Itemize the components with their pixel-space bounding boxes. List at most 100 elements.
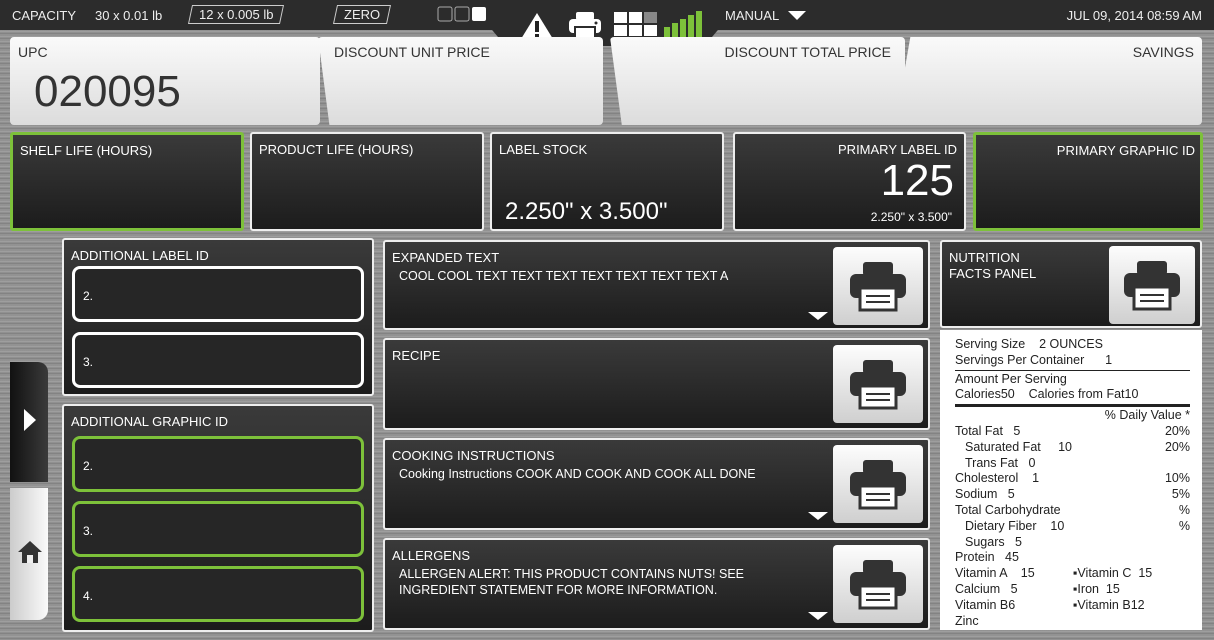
- nutrient-row: Saturated Fat 1020%: [955, 440, 1190, 456]
- additional-graphic-slot-3[interactable]: 3.: [72, 501, 364, 557]
- vitamin-left: Vitamin B6: [955, 598, 1073, 614]
- additional-label-id-title: ADDITIONAL LABEL ID: [71, 248, 209, 263]
- print-allergens-button[interactable]: [833, 545, 923, 623]
- printer-icon: [848, 358, 908, 410]
- nutrient-row: Total Fat 520%: [955, 424, 1190, 440]
- recipe-panel[interactable]: RECIPE: [383, 338, 930, 430]
- expand-panel-button[interactable]: [10, 362, 48, 482]
- printer-icon: [1122, 259, 1182, 311]
- primary-label-id-value: 125: [881, 156, 954, 206]
- cooking-instructions-title: COOKING INSTRUCTIONS: [392, 448, 555, 463]
- upc-field[interactable]: UPC 020095: [10, 37, 320, 125]
- nutrient-row: Sodium 5 5%: [955, 487, 1190, 503]
- expanded-text-panel[interactable]: EXPANDED TEXT COOL COOL TEXT TEXT TEXT T…: [383, 240, 930, 330]
- expanded-text-title: EXPANDED TEXT: [392, 250, 499, 265]
- label-stock-value: 2.250" x 3.500": [505, 198, 668, 226]
- product-life-field[interactable]: PRODUCT LIFE (HOURS): [250, 132, 484, 231]
- mode-dropdown[interactable]: MANUAL: [725, 8, 806, 23]
- product-life-label: PRODUCT LIFE (HOURS): [259, 142, 413, 157]
- nutrient-percent: %: [1179, 503, 1190, 519]
- printer-icon: [848, 458, 908, 510]
- print-recipe-button[interactable]: [833, 345, 923, 423]
- cooking-instructions-content: Cooking Instructions COOK AND COOK AND C…: [399, 466, 818, 482]
- nutrient-row: Total Carbohydrate%: [955, 503, 1190, 519]
- vitamin-row: Vitamin A 15▪Vitamin C 15: [955, 566, 1190, 582]
- nutrient-name: Sugars 5: [965, 535, 1022, 551]
- amount-per-serving: Amount Per Serving: [955, 372, 1190, 388]
- datetime: JUL 09, 2014 08:59 AM: [1067, 8, 1202, 23]
- vitamin-right: ▪Vitamin C 15: [1073, 566, 1152, 582]
- vitamin-right: ▪Iron 15: [1073, 582, 1120, 598]
- chevron-right-icon: [24, 409, 36, 431]
- nutrient-name: Total Carbohydrate: [955, 503, 1061, 519]
- vitamin-row: Vitamin B6▪Vitamin B12: [955, 598, 1190, 614]
- nutrient-name: Cholesterol 1: [955, 471, 1039, 487]
- printer-icon: [848, 260, 908, 312]
- label-stock-label: LABEL STOCK: [499, 142, 587, 157]
- shelf-life-field[interactable]: SHELF LIFE (HOURS): [10, 132, 244, 231]
- shelf-life-label: SHELF LIFE (HOURS): [20, 143, 152, 158]
- caret-down-icon[interactable]: [808, 612, 828, 620]
- vitamin-left: Vitamin A 15: [955, 566, 1073, 582]
- additional-label-id-panel: ADDITIONAL LABEL ID 2. 3.: [62, 238, 374, 396]
- nutrient-percent: 20%: [1165, 440, 1190, 456]
- additional-graphic-slot-4[interactable]: 4.: [72, 566, 364, 622]
- allergens-panel[interactable]: ALLERGENS ALLERGEN ALERT: THIS PRODUCT C…: [383, 538, 930, 630]
- discount-unit-price-field[interactable]: DISCOUNT UNIT PRICE: [318, 37, 603, 125]
- range-button[interactable]: 12 x 0.005 lb: [188, 5, 284, 24]
- caret-down-icon[interactable]: [808, 512, 828, 520]
- discount-total-price-field[interactable]: DISCOUNT TOTAL PRICE: [610, 37, 905, 125]
- vitamin-left: Calcium 5: [955, 582, 1073, 598]
- signal-strength-icon: [664, 11, 706, 37]
- warning-icon: [520, 12, 554, 40]
- nutrient-percent: 5%: [1172, 487, 1190, 503]
- caret-down-icon[interactable]: [808, 312, 828, 320]
- additional-graphic-id-panel: ADDITIONAL GRAPHIC ID 2. 3. 4.: [62, 404, 374, 632]
- scale-indicator-icon: [437, 6, 489, 25]
- upc-value: 020095: [34, 67, 181, 117]
- additional-label-slot-2[interactable]: 2.: [72, 266, 364, 322]
- vitamin-row: Zinc: [955, 614, 1190, 630]
- nutrient-name: Trans Fat 0: [965, 456, 1035, 472]
- nutrition-facts-panel: Serving Size 2 OUNCES Servings Per Conta…: [940, 330, 1202, 630]
- discount-total-price-label: DISCOUNT TOTAL PRICE: [725, 44, 891, 60]
- label-stock-field[interactable]: LABEL STOCK 2.250" x 3.500": [490, 132, 724, 231]
- printer-icon: [848, 558, 908, 610]
- nutrient-name: Protein 45: [955, 550, 1019, 566]
- print-cooking-instructions-button[interactable]: [833, 445, 923, 523]
- capacity-value: 30 x 0.01 lb: [95, 8, 162, 23]
- primary-label-id-label: PRIMARY LABEL ID: [838, 142, 957, 157]
- additional-graphic-slot-2[interactable]: 2.: [72, 436, 364, 492]
- discount-unit-price-label: DISCOUNT UNIT PRICE: [334, 44, 490, 60]
- nutrient-row: Cholesterol 1 10%: [955, 471, 1190, 487]
- additional-label-slot-3[interactable]: 3.: [72, 332, 364, 388]
- recipe-title: RECIPE: [392, 348, 440, 363]
- primary-graphic-id-field[interactable]: PRIMARY GRAPHIC ID: [973, 132, 1203, 231]
- printer-icon: [568, 11, 602, 39]
- servings-per-container: Servings Per Container 1: [955, 353, 1190, 369]
- home-button[interactable]: [10, 488, 48, 620]
- nutrition-facts-header[interactable]: NUTRITION FACTS PANEL: [940, 240, 1202, 328]
- nutrition-facts-title: NUTRITION FACTS PANEL: [949, 250, 1036, 282]
- primary-label-id-field[interactable]: PRIMARY LABEL ID 125 2.250" x 3.500": [733, 132, 966, 231]
- nutrient-row: Protein 45: [955, 550, 1190, 566]
- savings-field[interactable]: SAVINGS: [895, 37, 1202, 125]
- expanded-text-content: COOL COOL TEXT TEXT TEXT TEXT TEXT TEXT …: [399, 268, 818, 284]
- vitamin-right: ▪Vitamin B12: [1073, 598, 1145, 614]
- zero-button[interactable]: ZERO: [333, 5, 391, 24]
- nutrient-percent: %: [1179, 519, 1190, 535]
- serving-size: Serving Size 2 OUNCES: [955, 337, 1190, 353]
- nutrient-row: Sugars 5: [955, 535, 1190, 551]
- allergens-title: ALLERGENS: [392, 548, 470, 563]
- nutrient-percent: 20%: [1165, 424, 1190, 440]
- nutrient-row: Dietary Fiber 10%: [955, 519, 1190, 535]
- allergens-content: ALLERGEN ALERT: THIS PRODUCT CONTAINS NU…: [399, 566, 818, 598]
- print-nutrition-button[interactable]: [1109, 246, 1195, 324]
- home-icon: [17, 540, 43, 564]
- nutrient-name: Sodium 5: [955, 487, 1015, 503]
- cooking-instructions-panel[interactable]: COOKING INSTRUCTIONS Cooking Instruction…: [383, 438, 930, 530]
- capacity-label: CAPACITY: [12, 8, 76, 23]
- print-expanded-text-button[interactable]: [833, 247, 923, 325]
- nutrient-percent: 10%: [1165, 471, 1190, 487]
- daily-value-header: % Daily Value *: [955, 408, 1190, 424]
